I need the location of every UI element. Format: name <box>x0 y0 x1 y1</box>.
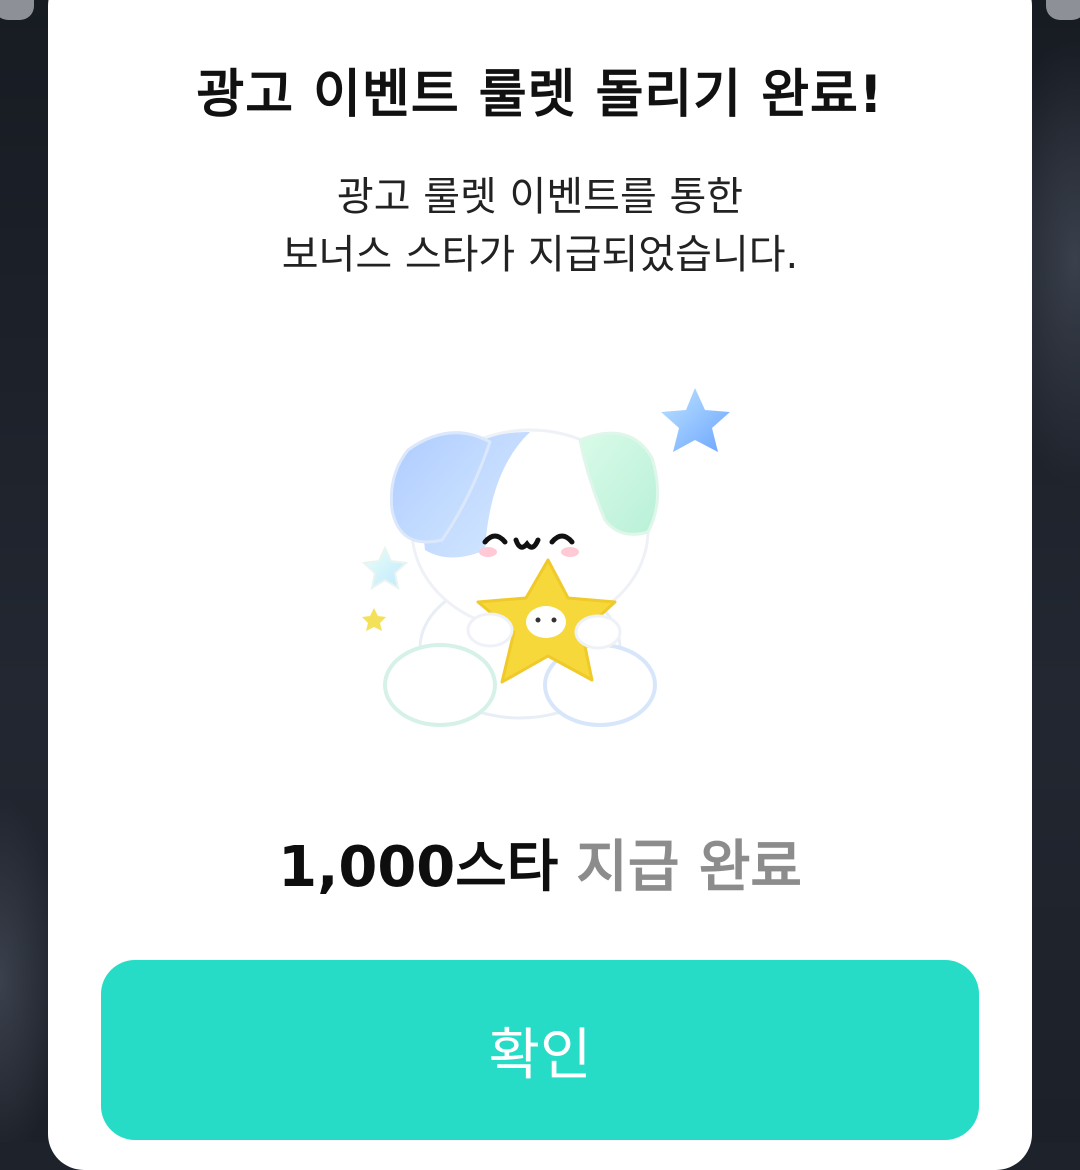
puppy-mascot-illustration <box>361 388 730 727</box>
sparkle-star-icon <box>361 545 409 591</box>
dialog-message-line-1: 광고 룰렛 이벤트를 통한 <box>336 174 744 220</box>
sparkle-star-icon <box>362 608 386 631</box>
background-element <box>1046 0 1080 20</box>
dialog-title: 광고 이벤트 룰렛 돌리기 완료! <box>196 65 884 125</box>
sparkle-star-icon <box>661 388 730 452</box>
dialog-message-line-2: 보너스 스타가 지급되었습니다. <box>281 232 799 278</box>
dialog-message: 광고 룰렛 이벤트를 통한 보너스 스타가 지급되었습니다. <box>0 168 1080 284</box>
confirm-button[interactable]: 확인 <box>101 960 979 1140</box>
reward-status: 지급 완료 <box>576 835 802 900</box>
reward-amount: 1,000스타 <box>278 835 559 900</box>
reward-summary: 1,000스타 지급 완료 <box>0 822 1080 903</box>
